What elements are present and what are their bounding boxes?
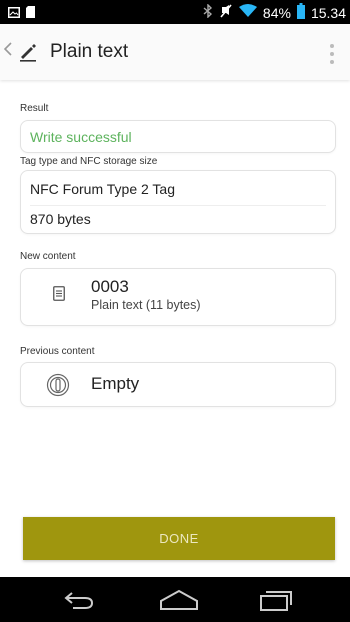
new-content-card[interactable]: 0003 Plain text (11 bytes) xyxy=(20,268,336,326)
document-icon xyxy=(53,286,65,306)
new-content-subtitle: Plain text (11 bytes) xyxy=(91,298,201,312)
tag-info-label: Tag type and NFC storage size xyxy=(20,156,158,167)
status-bar-left xyxy=(8,5,35,23)
status-bar: 84% 15.34 xyxy=(0,0,350,24)
wifi-icon xyxy=(238,4,257,21)
previous-content-value: Empty xyxy=(91,374,140,393)
tag-info-card: NFC Forum Type 2 Tag 870 bytes xyxy=(20,170,336,234)
app-bar: Plain text xyxy=(0,24,350,80)
result-value: Write successful xyxy=(30,129,132,145)
new-content-title: 0003 xyxy=(91,277,129,296)
empty-tag-icon xyxy=(46,373,70,402)
pencil-icon xyxy=(18,42,38,67)
divider xyxy=(30,205,326,206)
result-card: Write successful xyxy=(20,120,336,153)
new-content-label: New content xyxy=(20,251,76,262)
muted-icon xyxy=(219,4,233,21)
recents-icon[interactable] xyxy=(259,589,293,616)
previous-content-card[interactable]: Empty xyxy=(20,362,336,407)
back-icon[interactable] xyxy=(63,589,95,616)
sim-icon xyxy=(26,5,35,23)
overflow-menu-icon[interactable] xyxy=(330,44,334,64)
back-chevron-icon[interactable] xyxy=(3,42,12,60)
navigation-bar xyxy=(0,577,350,622)
battery-percent: 84% xyxy=(262,4,291,21)
bluetooth-icon xyxy=(203,3,213,21)
storage-size-value: 870 bytes xyxy=(30,211,91,227)
home-icon[interactable] xyxy=(159,589,199,616)
previous-content-label: Previous content xyxy=(20,346,95,357)
page-title: Plain text xyxy=(50,41,129,62)
result-label: Result xyxy=(20,103,49,114)
image-icon xyxy=(8,5,20,23)
done-button[interactable]: DONE xyxy=(23,517,335,560)
status-time: 15.34 xyxy=(310,4,346,21)
status-bar-right: 84% 15.34 xyxy=(203,3,346,22)
tag-type-value: NFC Forum Type 2 Tag xyxy=(30,181,175,197)
battery-icon xyxy=(296,3,305,22)
